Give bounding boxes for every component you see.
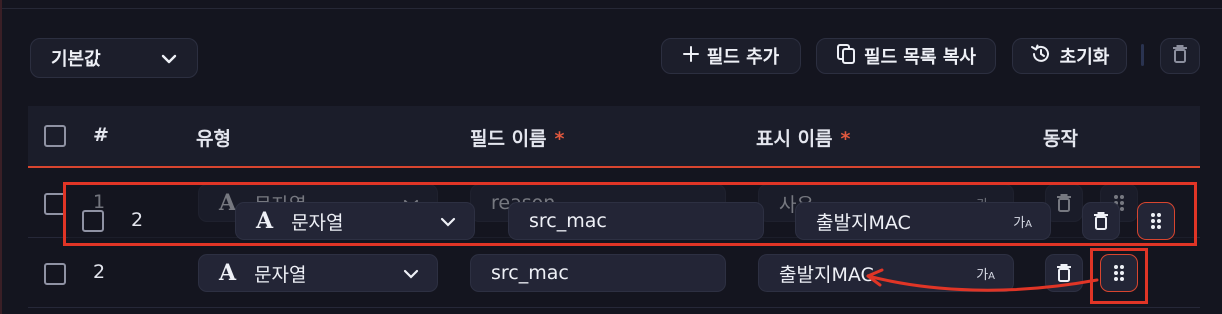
drag-arrow <box>866 268 1099 292</box>
